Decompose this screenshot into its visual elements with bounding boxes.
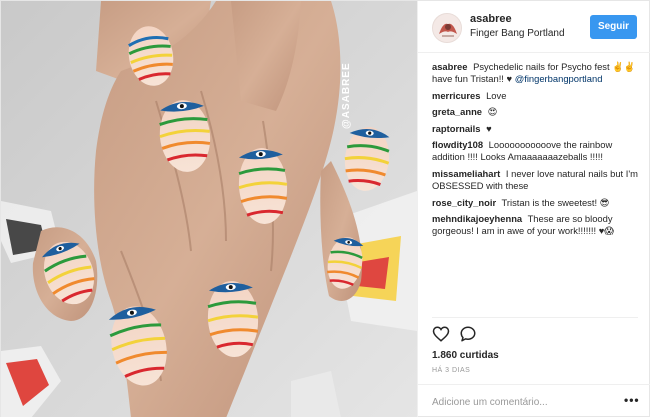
comment-text: 😍	[487, 106, 498, 118]
post-photo[interactable]: @ASABREE	[1, 1, 417, 417]
like-count[interactable]: 1.860 curtidas	[432, 350, 499, 361]
post-header: asabree Finger Bang Portland Seguir	[418, 1, 650, 53]
comment-input[interactable]	[432, 394, 612, 410]
photo-watermark: @ASABREE	[341, 62, 352, 129]
divider	[432, 317, 638, 318]
comment-mention[interactable]: @fingerbangportland	[515, 73, 603, 84]
comment-item: flowdity108 Looooooooooove the rainbow a…	[432, 139, 644, 164]
post-username[interactable]: asabree	[470, 13, 512, 25]
post-timestamp: HÁ 3 DIAS	[432, 367, 471, 374]
nail-art-image: @ASABREE	[1, 1, 417, 417]
avatar[interactable]	[432, 13, 462, 43]
comment-username[interactable]: missameliahart	[432, 168, 500, 179]
comment-username[interactable]: mehndikajoeyhenna	[432, 213, 522, 224]
post-location[interactable]: Finger Bang Portland	[470, 28, 565, 39]
comment-item: missameliahart I never love natural nail…	[432, 168, 644, 193]
comment-item: greta_anne 😍	[432, 106, 644, 118]
comment-text: Love	[486, 89, 507, 101]
ellipsis-icon[interactable]: •••	[624, 393, 640, 407]
comment-item: mehndikajoeyhenna These are so bloody go…	[432, 213, 644, 238]
comment-item: raptornails ♥	[432, 123, 644, 135]
comment-item: merricures Love	[432, 90, 644, 102]
speech-bubble-icon[interactable]	[459, 325, 477, 343]
add-comment-bar: •••	[418, 384, 650, 417]
comment-username[interactable]: raptornails	[432, 123, 480, 134]
comment-text: ♥	[486, 122, 492, 134]
post-sidebar: asabree Finger Bang Portland Seguir asab…	[417, 1, 650, 417]
comment-username[interactable]: flowdity108	[432, 139, 483, 150]
instagram-post: @ASABREE asabree Finger Bang Portland Se…	[0, 0, 650, 417]
comment-text: Tristan is the sweetest! 😎	[501, 196, 610, 208]
comment-username[interactable]: rose_city_noir	[432, 197, 496, 208]
comment-username[interactable]: greta_anne	[432, 106, 482, 117]
comment-username[interactable]: asabree	[432, 61, 467, 72]
comments-list: asabree Psychedelic nails for Psycho fes…	[432, 61, 644, 315]
comment-username[interactable]: merricures	[432, 90, 480, 101]
follow-button[interactable]: Seguir	[590, 15, 637, 39]
comment-item: rose_city_noir Tristan is the sweetest! …	[432, 197, 644, 209]
comment-item: asabree Psychedelic nails for Psycho fes…	[432, 61, 644, 86]
heart-outline-icon[interactable]	[432, 325, 450, 343]
post-actions	[432, 325, 492, 343]
